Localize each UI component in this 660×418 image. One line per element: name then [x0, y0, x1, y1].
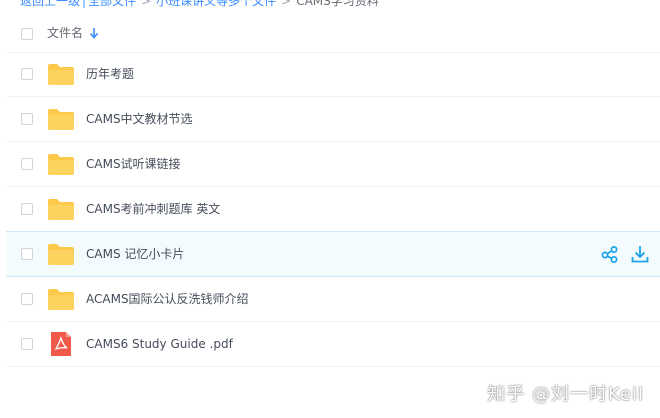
row-checkbox[interactable]	[21, 248, 33, 260]
file-list-header: 文件名	[6, 14, 660, 53]
file-row[interactable]: ACAMS国际公认反洗钱师介绍	[6, 277, 660, 322]
folder-icon[interactable]	[47, 62, 75, 86]
breadcrumb-back-link[interactable]: 返回上一级	[20, 0, 80, 8]
folder-icon[interactable]	[47, 107, 75, 131]
file-name-link[interactable]: 历年考题	[86, 66, 134, 82]
empty-area: 知乎 @刘一时Keil	[0, 367, 660, 418]
file-name-link[interactable]: CAMS考前冲刺题库 英文	[86, 201, 220, 217]
share-icon[interactable]	[600, 244, 620, 264]
download-icon[interactable]	[630, 244, 650, 264]
row-checkbox[interactable]	[21, 338, 33, 350]
file-browser: 返回上一级 | 全部文件 > 小班课讲义等多个文件 > CAMS学习资料 文件名 历年考题 C…	[0, 0, 660, 418]
breadcrumb-all-files-link[interactable]: 全部文件	[88, 0, 136, 8]
select-all-checkbox[interactable]	[21, 28, 33, 40]
folder-icon[interactable]	[47, 242, 75, 266]
file-row[interactable]: CAMS6 Study Guide .pdf	[6, 322, 660, 367]
row-checkbox[interactable]	[21, 113, 33, 125]
file-row[interactable]: CAMS试听课链接	[6, 142, 660, 187]
file-name-link[interactable]: CAMS 记忆小卡片	[86, 246, 184, 262]
file-row[interactable]: 历年考题	[6, 52, 660, 97]
row-actions	[590, 244, 650, 266]
file-name-link[interactable]: CAMS中文教材节选	[86, 111, 193, 127]
folder-icon[interactable]	[47, 197, 75, 221]
row-checkbox[interactable]	[21, 68, 33, 80]
row-checkbox[interactable]	[21, 203, 33, 215]
row-checkbox[interactable]	[21, 158, 33, 170]
file-row[interactable]: CAMS中文教材节选	[6, 97, 660, 142]
file-name-link[interactable]: ACAMS国际公认反洗钱师介绍	[86, 291, 249, 307]
breadcrumb: 返回上一级 | 全部文件 > 小班课讲义等多个文件 > CAMS学习资料	[20, 0, 379, 8]
breadcrumb-current: CAMS学习资料	[296, 0, 379, 8]
file-name-link[interactable]: CAMS6 Study Guide .pdf	[86, 336, 233, 352]
folder-icon[interactable]	[47, 287, 75, 311]
row-checkbox[interactable]	[21, 293, 33, 305]
sort-down-arrow-icon[interactable]	[89, 25, 99, 41]
file-row[interactable]: CAMS考前冲刺题库 英文	[6, 187, 660, 232]
pdf-file-icon[interactable]	[47, 332, 75, 356]
file-row[interactable]: CAMS 记忆小卡片	[6, 231, 660, 277]
watermark: 知乎 @刘一时Keil	[487, 384, 644, 405]
file-list: 历年考题 CAMS中文教材节选 CAMS试听课链接 CAMS考前冲刺题库 英文 CAMS…	[6, 52, 660, 367]
file-name-link[interactable]: CAMS试听课链接	[86, 156, 181, 172]
breadcrumb-folder-link[interactable]: 小班课讲义等多个文件	[156, 0, 276, 8]
column-header-filename[interactable]: 文件名	[47, 25, 83, 41]
folder-icon[interactable]	[47, 152, 75, 176]
